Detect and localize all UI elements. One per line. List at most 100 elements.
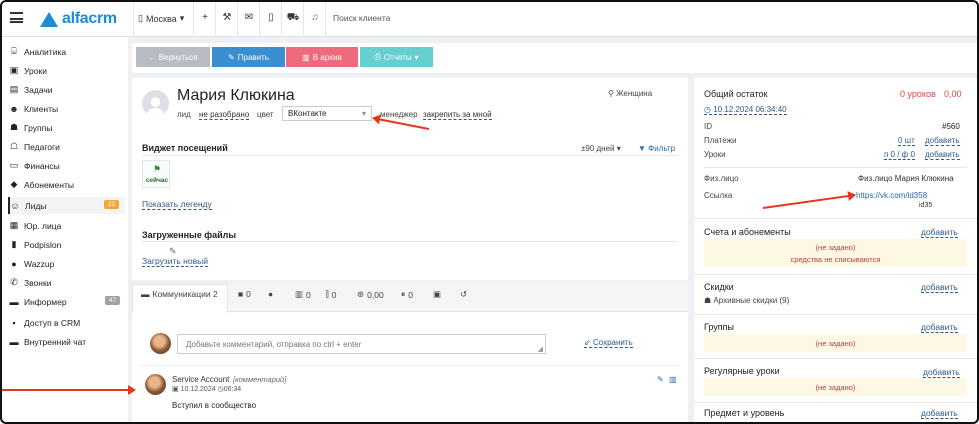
sidebar-item-tasks[interactable]: ▤ Задачи — [9, 81, 126, 98]
add-discount-link[interactable]: добавить — [921, 282, 958, 293]
source-select[interactable]: ВКонтакте ▾ — [282, 106, 372, 121]
teachers-icon: ☖ — [9, 141, 19, 151]
tab-freezes[interactable]: ⏸ 0 — [401, 289, 413, 300]
status-value[interactable]: не разобрано — [199, 110, 250, 120]
archive-button[interactable]: ▥ В архив — [286, 47, 358, 67]
tab-payments[interactable]: ⊛ 0,00 — [357, 289, 384, 300]
sidebar-item-legal[interactable]: ▦ Юр. лица — [9, 217, 126, 234]
sidebar-item-podpislon[interactable]: ▮ Podpislon — [9, 236, 126, 253]
reports-button[interactable]: ⎙ Отчеты ▾ — [360, 47, 433, 67]
balance-date-link[interactable]: ◷ 10.12.2024 06:34:40 — [704, 105, 787, 115]
add-payment-link[interactable]: добавить — [925, 136, 960, 146]
add-lesson-link[interactable]: добавить — [925, 150, 960, 160]
bell-icon[interactable]: ♫ — [308, 12, 322, 23]
delete-comment-icon[interactable]: ▥ — [669, 375, 677, 384]
tab-messages[interactable]: ■ 0 — [238, 289, 251, 299]
period-selector[interactable]: ±90 дней ▾ — [581, 144, 621, 153]
back-button[interactable]: ← Вернуться — [136, 47, 210, 67]
archived-discounts[interactable]: ☗ Архивные скидки (9) — [704, 296, 789, 305]
wrench-icon[interactable]: ⚒ — [220, 12, 234, 23]
balance-amount: 0,00 — [944, 89, 962, 99]
tab-media[interactable]: ▣ — [433, 289, 441, 300]
subjects-title: Предмет и уровень — [704, 408, 785, 418]
add-subject-link[interactable]: добавить — [921, 408, 958, 419]
save-comment-button[interactable]: ⇙ Сохранить — [584, 338, 633, 348]
visit-today-cell[interactable]: ⚑ сейчас — [142, 160, 170, 188]
tab-whatsapp[interactable]: ● — [268, 289, 273, 299]
gender-label: ⚲ Женщина — [608, 89, 653, 98]
phone-icon[interactable]: ▯ — [264, 12, 278, 23]
groups-title: Группы — [704, 322, 734, 332]
comment-input[interactable]: Добавьте комментарий, отправка по ctrl +… — [177, 334, 546, 354]
lessons-count-link[interactable]: п 0 / ф 0 — [884, 150, 915, 160]
whatsapp-icon: ● — [11, 258, 17, 269]
sidebar-item-wazzup[interactable]: ● Wazzup — [9, 255, 126, 272]
filter-button[interactable]: ▼ Фильтр — [638, 144, 675, 153]
upload-file-link[interactable]: Загрузить новый — [142, 256, 208, 267]
sidebar-item-leads[interactable]: ☺ Лиды 22 — [8, 197, 125, 214]
tab-communications-label[interactable]: ▬ Коммуникации 2 — [141, 289, 218, 299]
action-bar: ← Вернуться ✎ Править ▥ В архив ⎙ Отчеты ▾ — [132, 43, 977, 73]
plus-icon[interactable]: + — [198, 12, 212, 23]
lock-icon: ▪ — [12, 317, 16, 328]
groups-empty-notice: (не задано) — [704, 334, 967, 352]
edit-comment-icon[interactable]: ✎ — [657, 375, 664, 384]
add-regular-lesson-link[interactable]: добавить — [923, 367, 960, 378]
tab-documents[interactable]: ▥ 0 — [295, 289, 311, 300]
pencil-icon: ✎ — [228, 52, 235, 62]
sidebar-item-informer[interactable]: ▬ Информер 47 — [9, 293, 126, 310]
comment-timestamp: ▣ 10.12.2024 ◷06:34 — [172, 386, 242, 393]
chat-icon: ▬ — [9, 336, 19, 347]
assign-to-me-link[interactable]: закрепить за мной — [423, 110, 492, 120]
avatar[interactable] — [142, 90, 169, 117]
discount-icon: ☗ — [704, 296, 712, 305]
comment-text: Вступил в сообщество — [172, 401, 257, 410]
status-label: лид — [177, 110, 191, 119]
save-icon: ⇙ — [584, 338, 591, 347]
show-legend-link[interactable]: Показать легенду — [142, 199, 212, 210]
analytics-icon: ⌸ — [11, 46, 17, 56]
tab-history[interactable]: ↺ — [460, 289, 467, 300]
mail-icon[interactable]: ✉ — [242, 12, 256, 23]
city-selector[interactable]: ▯ Москва ▾ — [138, 13, 184, 24]
balance-lessons: 0 уроков — [900, 89, 936, 99]
sidebar-item-lessons[interactable]: ▣ Уроки — [9, 62, 126, 79]
color-label[interactable]: цвет — [257, 110, 274, 119]
sidebar-item-finance[interactable]: ▭ Финансы — [9, 157, 126, 174]
chevron-down-icon: ▾ — [361, 109, 366, 118]
camera-icon: ▣ — [433, 289, 442, 299]
lessons-label: Уроки — [704, 150, 726, 159]
sidebar-item-teachers[interactable]: ☖ Педагоги — [9, 138, 126, 155]
profile-link[interactable]: https://vk.com/id358 — [856, 191, 927, 200]
edit-button[interactable]: ✎ Править — [212, 47, 285, 67]
person-value: Физ.лицо Мария Клюкина — [858, 174, 954, 183]
city-label: Москва — [145, 13, 177, 24]
sidebar-item-clients[interactable]: ☻ Клиенты — [9, 100, 126, 117]
id-label: ID — [704, 122, 712, 131]
comment-author: Service Account — [172, 375, 230, 384]
add-group-link[interactable]: добавить — [921, 322, 958, 333]
informer-icon: ▬ — [9, 296, 19, 307]
cart-icon[interactable]: ⛟ — [286, 12, 300, 25]
sidebar-item-internal-chat[interactable]: ▬ Внутренний чат — [9, 333, 126, 350]
person-label: Физ.лицо — [704, 174, 739, 183]
sidebar-item-groups[interactable]: ☗ Группы — [9, 119, 126, 136]
comment-type: [комментарий] — [233, 375, 287, 384]
menu-icon[interactable] — [10, 12, 23, 23]
sidebar-item-calls[interactable]: ✆ Звонки — [9, 274, 126, 291]
tab-stats[interactable]: ⫿ 0 — [326, 289, 336, 300]
sidebar-item-analytics[interactable]: ⌸ Аналитика — [9, 43, 126, 60]
today-label: сейчас — [145, 177, 169, 184]
balance-panel: Общий остаток 0 уроков 0,00 ◷ 10.12.2024… — [694, 78, 977, 424]
trash-icon: ▥ — [302, 52, 310, 62]
payments-count-link[interactable]: 0 шт — [898, 136, 915, 146]
client-search-input[interactable]: Поиск клиента — [333, 13, 390, 23]
profile-link-sub: id35 — [919, 202, 933, 209]
current-user-avatar — [150, 333, 171, 354]
logo[interactable]: alfacrm — [40, 10, 117, 28]
add-account-link[interactable]: добавить — [921, 227, 958, 238]
calendar-icon: ▣ — [172, 386, 179, 393]
sidebar-item-subscriptions[interactable]: ◆ Абонементы — [9, 176, 126, 193]
balance-title: Общий остаток — [704, 89, 768, 99]
sidebar-item-crm-access[interactable]: ▪ Доступ в CRM — [9, 314, 126, 331]
